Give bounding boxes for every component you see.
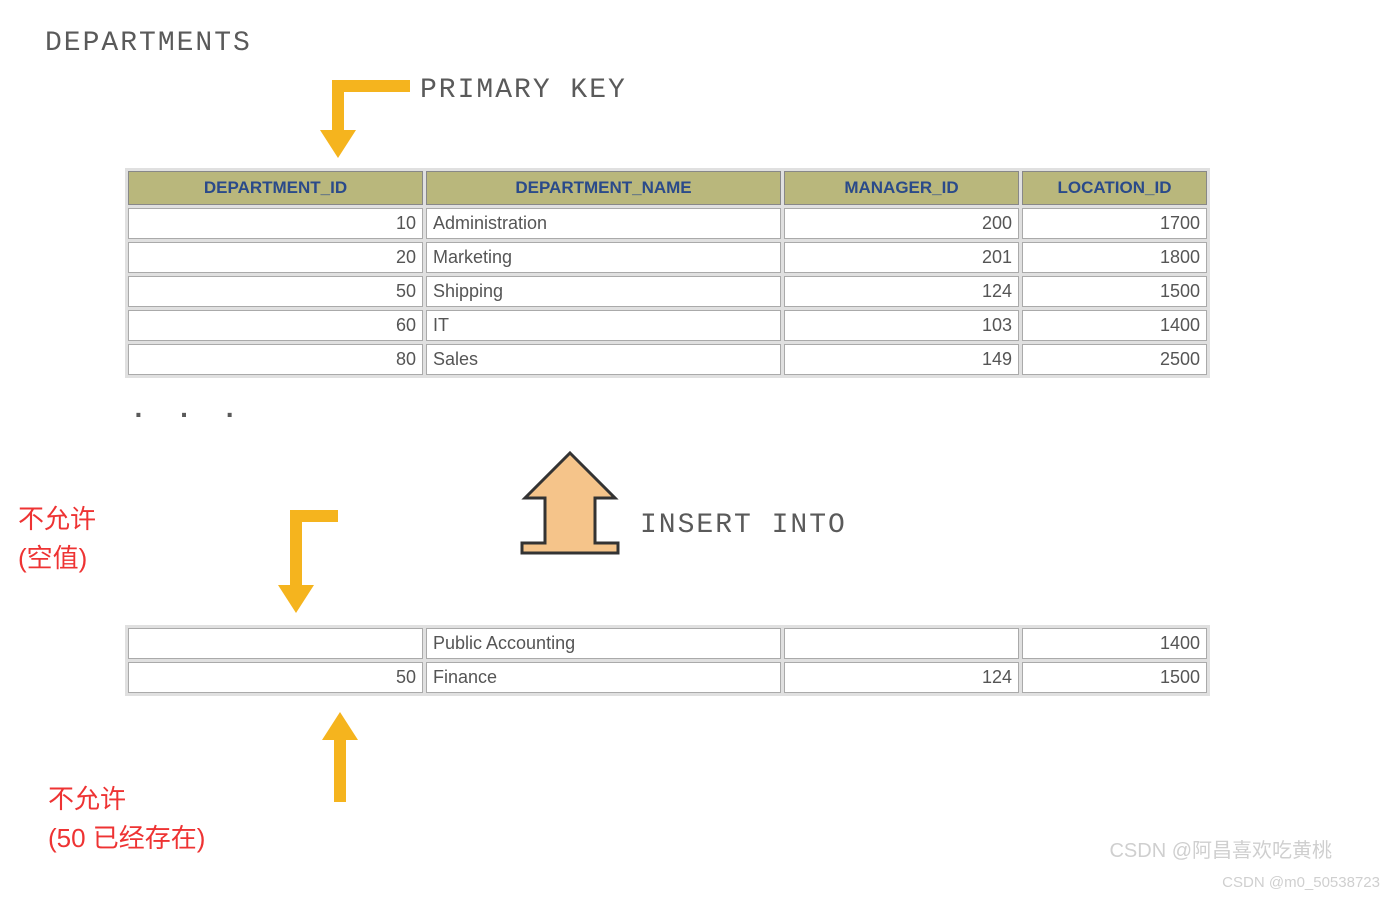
cell-mgr-id: 149 bbox=[784, 344, 1019, 375]
cell-dept-id: 10 bbox=[128, 208, 423, 239]
insert-into-label: INSERT INTO bbox=[640, 510, 847, 541]
table-row: Public Accounting 1400 bbox=[128, 628, 1207, 659]
text-line: 不允许 bbox=[48, 784, 126, 814]
cell-dept-name: IT bbox=[426, 310, 781, 341]
ellipsis-text: . . . bbox=[130, 395, 244, 426]
not-allowed-null-label: 不允许 (空值) bbox=[18, 500, 96, 578]
arrow-down-icon bbox=[320, 80, 410, 165]
watermark-text: CSDN @m0_50538723 bbox=[1222, 874, 1380, 891]
cell-mgr-id: 103 bbox=[784, 310, 1019, 341]
table-row: 10 Administration 200 1700 bbox=[128, 208, 1207, 239]
watermark-text: CSDN @阿昌喜欢吃黄桃 bbox=[1109, 834, 1332, 863]
insert-rows-table: Public Accounting 1400 50 Finance 124 15… bbox=[125, 625, 1210, 696]
cell-loc-id: 1400 bbox=[1022, 310, 1207, 341]
table-row: 50 Finance 124 1500 bbox=[128, 662, 1207, 693]
cell-dept-name: Shipping bbox=[426, 276, 781, 307]
text-line: 不允许 bbox=[18, 504, 96, 534]
cell-dept-name: Public Accounting bbox=[426, 628, 781, 659]
cell-loc-id: 1400 bbox=[1022, 628, 1207, 659]
cell-dept-name: Administration bbox=[426, 208, 781, 239]
table-row: 80 Sales 149 2500 bbox=[128, 344, 1207, 375]
cell-loc-id: 2500 bbox=[1022, 344, 1207, 375]
cell-mgr-id: 201 bbox=[784, 242, 1019, 273]
cell-dept-name: Marketing bbox=[426, 242, 781, 273]
table-header-row: DEPARTMENT_ID DEPARTMENT_NAME MANAGER_ID… bbox=[128, 171, 1207, 205]
cell-dept-id: 60 bbox=[128, 310, 423, 341]
cell-loc-id: 1500 bbox=[1022, 662, 1207, 693]
cell-loc-id: 1700 bbox=[1022, 208, 1207, 239]
cell-loc-id: 1800 bbox=[1022, 242, 1207, 273]
header-dept-name: DEPARTMENT_NAME bbox=[426, 171, 781, 205]
cell-mgr-id: 200 bbox=[784, 208, 1019, 239]
arrow-up-icon bbox=[322, 712, 358, 802]
cell-dept-id bbox=[128, 628, 423, 659]
header-dept-id: DEPARTMENT_ID bbox=[128, 171, 423, 205]
table-row: 50 Shipping 124 1500 bbox=[128, 276, 1207, 307]
table-row: 20 Marketing 201 1800 bbox=[128, 242, 1207, 273]
page-title: DEPARTMENTS bbox=[45, 28, 252, 59]
table-row: 60 IT 103 1400 bbox=[128, 310, 1207, 341]
cell-dept-id: 50 bbox=[128, 276, 423, 307]
departments-table: DEPARTMENT_ID DEPARTMENT_NAME MANAGER_ID… bbox=[125, 168, 1210, 378]
cell-dept-name: Sales bbox=[426, 344, 781, 375]
arrow-up-big-icon bbox=[510, 448, 630, 568]
cell-dept-id: 80 bbox=[128, 344, 423, 375]
header-loc-id: LOCATION_ID bbox=[1022, 171, 1207, 205]
cell-mgr-id: 124 bbox=[784, 662, 1019, 693]
cell-mgr-id bbox=[784, 628, 1019, 659]
primary-key-label: PRIMARY KEY bbox=[420, 75, 627, 106]
text-line: (50 已经存在) bbox=[48, 823, 205, 853]
header-mgr-id: MANAGER_ID bbox=[784, 171, 1019, 205]
text-line: (空值) bbox=[18, 543, 87, 573]
cell-loc-id: 1500 bbox=[1022, 276, 1207, 307]
not-allowed-duplicate-label: 不允许 (50 已经存在) bbox=[48, 780, 205, 858]
cell-dept-id: 50 bbox=[128, 662, 423, 693]
arrow-down-icon bbox=[278, 510, 338, 620]
cell-dept-name: Finance bbox=[426, 662, 781, 693]
cell-mgr-id: 124 bbox=[784, 276, 1019, 307]
cell-dept-id: 20 bbox=[128, 242, 423, 273]
